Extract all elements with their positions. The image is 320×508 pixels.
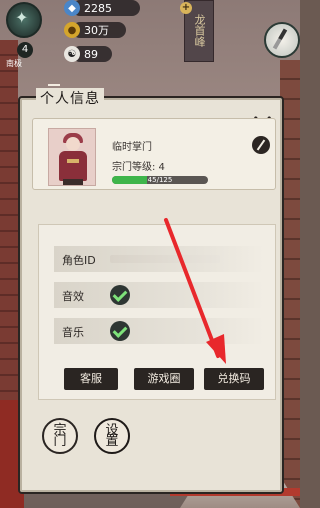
settings-nav-button[interactable]: 设置 [94,418,130,458]
quill-icon [256,139,266,151]
sfx-row: 音效 [54,282,264,308]
music-label: 音乐 [62,326,84,339]
player-avatar[interactable]: ✦ 4 南极 [2,2,46,68]
compass-icon[interactable] [264,22,300,58]
gold-coin-icon: ● [64,22,80,38]
music-checkbox[interactable] [110,321,130,341]
sect-nav-button[interactable]: 宗门 [42,418,78,458]
game-circle-button[interactable]: 游戏圈 [134,368,194,390]
sect-nav-label: 宗门 [53,423,67,449]
redeem-code-button[interactable]: 兑换码 [204,368,264,390]
gold-count: 30万 [84,24,109,37]
sfx-checkbox[interactable] [110,285,130,305]
location-name: 龙首峰 [193,14,206,47]
customer-service-button[interactable]: 客服 [64,368,118,390]
music-row: 音乐 [54,318,264,344]
xp-progress-text: 45/125 [147,176,173,184]
dialog-title: 个人信息 [36,88,104,108]
player-level-badge: 4 [17,42,33,58]
settings-nav-label: 设置 [105,423,119,449]
yinyang-count: 89 [84,47,98,61]
yinyang-resource: ☯ 89 [64,46,134,62]
emblem-glyph-icon: ✦ [15,8,29,27]
gem-count: 2285 [84,1,112,15]
character-portrait[interactable] [48,128,96,186]
gem-resource: ◆ 2285 + [64,0,192,16]
role-id-row: 角色ID [54,246,264,272]
edit-name-button[interactable] [252,136,270,154]
character-name: 临时掌门 [112,142,152,153]
sect-level: 宗门等级: 4 [112,162,165,173]
add-gems-button[interactable]: + [180,2,192,14]
player-label: 南极 [6,59,22,68]
gem-icon: ◆ [64,0,80,16]
role-id-value [110,255,220,263]
yin-yang-icon: ☯ [64,46,80,62]
sfx-label: 音效 [62,290,84,303]
gold-resource: ● 30万 [64,22,134,38]
role-id-label: 角色ID [62,254,96,267]
